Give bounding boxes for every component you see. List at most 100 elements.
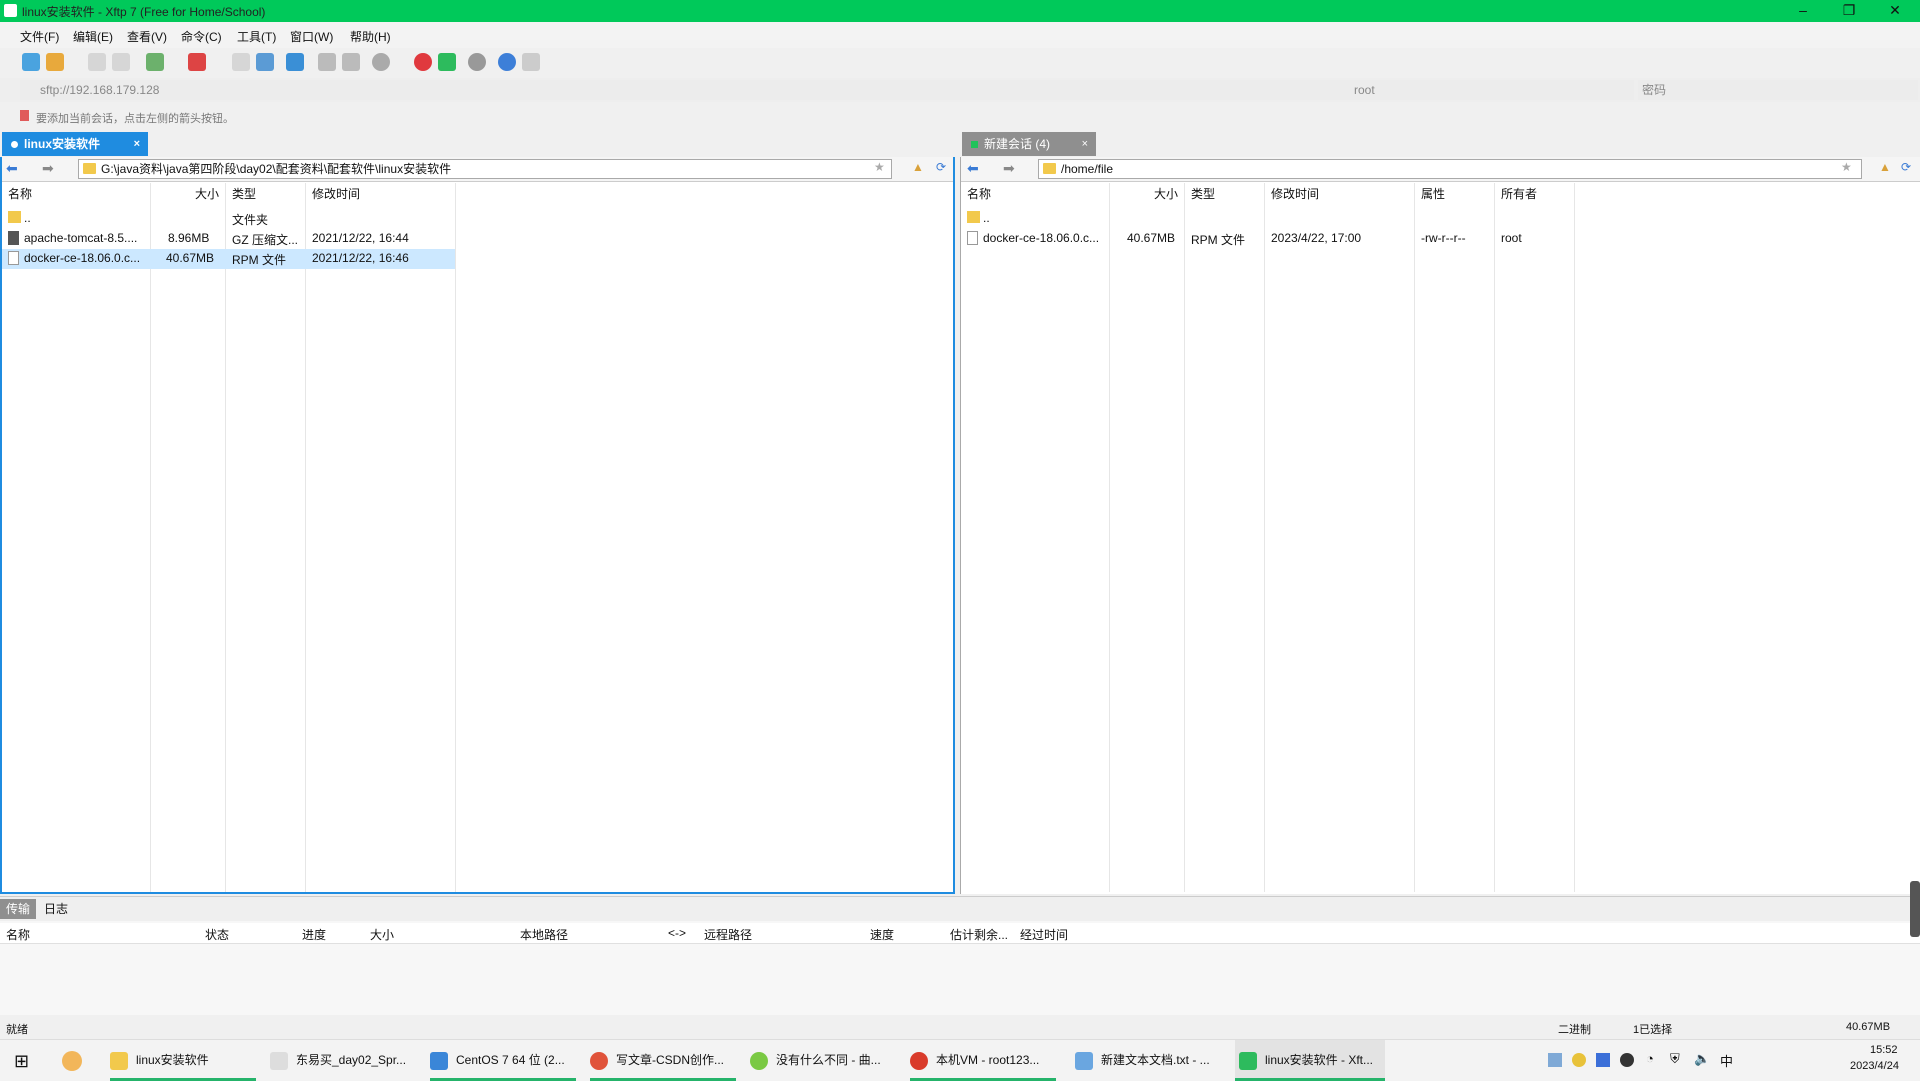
col-name[interactable]: 名称 (8, 185, 32, 202)
col-elapsed[interactable]: 经过时间 (1020, 926, 1068, 943)
taskbar-item[interactable]: linux安装软件 (110, 1040, 256, 1081)
upload-icon[interactable] (232, 53, 250, 71)
xftp-icon[interactable] (438, 53, 456, 71)
security-icon[interactable]: ⛨ (1670, 1051, 1680, 1067)
back-arrow-icon[interactable]: ⬅ (6, 160, 18, 177)
archive-icon (8, 231, 19, 245)
minimize-button[interactable]: – (1780, 0, 1826, 22)
taskbar-item[interactable]: 新建文本文档.txt - ... (1075, 1040, 1221, 1081)
menu-edit[interactable]: 编辑(E) (73, 28, 113, 45)
table-row-selected[interactable]: docker-ce-18.06.0.c... 40.67MB RPM 文件 20… (2, 249, 455, 269)
bookmark-icon[interactable]: ★ (874, 160, 885, 174)
taskbar-item[interactable]: 没有什么不同 - 曲... (750, 1040, 896, 1081)
connect-icon[interactable] (88, 53, 106, 71)
col-type[interactable]: 类型 (1191, 185, 1215, 202)
folder-up-icon[interactable]: ▲ (1879, 160, 1891, 174)
new-tab-icon[interactable] (146, 53, 164, 71)
qq-icon[interactable] (1620, 1053, 1634, 1067)
menu-tools[interactable]: 工具(T) (237, 28, 276, 45)
col-status[interactable]: 状态 (205, 926, 229, 943)
clock-date[interactable]: 2023/4/24 (1850, 1060, 1899, 1072)
help-icon[interactable] (498, 53, 516, 71)
folder-up-icon[interactable]: ▲ (912, 160, 924, 174)
forward-arrow-icon[interactable]: ➡ (1003, 160, 1015, 177)
col-mtime[interactable]: 修改时间 (312, 185, 360, 202)
col-size[interactable]: 大小 (1154, 185, 1178, 202)
column-divider (1574, 183, 1575, 892)
refresh-icon[interactable]: ⟳ (936, 160, 946, 174)
tab-log[interactable]: 日志 (44, 899, 68, 919)
menu-window[interactable]: 窗口(W) (290, 28, 333, 45)
new-session-icon[interactable] (22, 53, 40, 71)
xshell-icon[interactable] (414, 53, 432, 71)
tab-transfer[interactable]: 传输 (0, 899, 37, 919)
col-attr[interactable]: 属性 (1421, 185, 1445, 202)
copy-icon[interactable] (318, 53, 336, 71)
remote-path-input[interactable]: /home/file (1038, 159, 1862, 179)
open-folder-icon[interactable] (46, 53, 64, 71)
menu-view[interactable]: 查看(V) (127, 28, 167, 45)
taskbar-item[interactable]: 东易买_day02_Spr... (270, 1040, 416, 1081)
tab-new-session[interactable]: 新建会话 (4) × (962, 132, 1096, 156)
status-bar: 就绪 二进制 1已选择 40.67MB (0, 1015, 1920, 1039)
table-row[interactable]: .. (961, 209, 1574, 229)
menu-command[interactable]: 命令(C) (181, 28, 222, 45)
table-row[interactable]: docker-ce-18.06.0.c... 40.67MB RPM 文件 20… (961, 229, 1574, 249)
col-local-path[interactable]: 本地路径 (520, 926, 568, 943)
tab-linux-install[interactable]: linux安装软件 × (2, 132, 148, 156)
col-owner[interactable]: 所有者 (1501, 185, 1537, 202)
table-row[interactable]: apache-tomcat-8.5.... 8.96MB GZ 压缩文... 2… (2, 229, 455, 249)
scroll-handle[interactable] (1910, 881, 1920, 937)
cortana-icon[interactable] (62, 1051, 82, 1071)
close-icon[interactable]: × (134, 132, 140, 156)
disconnect-icon[interactable] (112, 53, 130, 71)
taskbar-item[interactable]: CentOS 7 64 位 (2... (430, 1040, 576, 1081)
chat-icon[interactable] (522, 53, 540, 71)
window-title: linux安装软件 - Xftp 7 (Free for Home/School… (22, 5, 266, 19)
password-input[interactable]: 密码 (1638, 80, 1918, 100)
col-progress[interactable]: 进度 (302, 926, 326, 943)
close-icon[interactable]: × (1082, 132, 1088, 156)
col-size[interactable]: 大小 (370, 926, 394, 943)
windows-start-icon[interactable]: ⊞ (14, 1051, 29, 1072)
table-row[interactable]: .. 文件夹 (2, 209, 455, 229)
tray-network-icon[interactable] (1548, 1053, 1562, 1067)
taskbar-item-active[interactable]: linux安装软件 - Xft... (1235, 1040, 1385, 1081)
col-direction[interactable]: <-> (668, 926, 686, 940)
col-remote-path[interactable]: 远程路径 (704, 926, 752, 943)
username-input[interactable]: root (1350, 80, 1634, 100)
close-window-button[interactable]: ✕ (1872, 0, 1918, 22)
col-eta[interactable]: 估计剩余... (950, 926, 1008, 943)
wifi-icon[interactable]: ◔ (1646, 1051, 1654, 1066)
forward-arrow-icon[interactable]: ➡ (42, 160, 54, 177)
tray-app-icon[interactable] (1572, 1053, 1586, 1067)
folder-icon (8, 211, 21, 223)
col-mtime[interactable]: 修改时间 (1271, 185, 1319, 202)
col-speed[interactable]: 速度 (870, 926, 894, 943)
taskbar-item[interactable]: 本机VM - root123... (910, 1040, 1056, 1081)
menu-file[interactable]: 文件(F) (20, 28, 59, 45)
taskbar-item[interactable]: 写文章-CSDN创作... (590, 1040, 736, 1081)
col-type[interactable]: 类型 (232, 185, 256, 202)
sync-icon[interactable] (286, 53, 304, 71)
download-icon[interactable] (256, 53, 274, 71)
stop-icon[interactable] (372, 53, 390, 71)
gear-icon[interactable] (468, 53, 486, 71)
paste-icon[interactable] (342, 53, 360, 71)
menu-help[interactable]: 帮助(H) (350, 28, 391, 45)
ime-icon[interactable]: 中 (1720, 1051, 1733, 1070)
shield-icon[interactable] (1596, 1053, 1610, 1067)
refresh-icon[interactable]: ⟳ (1901, 160, 1911, 174)
media-icon[interactable] (188, 53, 206, 71)
restore-button[interactable]: ❐ (1826, 0, 1872, 22)
host-address-input[interactable]: sftp://192.168.179.128 (20, 80, 1362, 100)
clock-time[interactable]: 15:52 (1870, 1044, 1898, 1056)
col-size[interactable]: 大小 (195, 185, 219, 202)
back-arrow-icon[interactable]: ⬅ (967, 160, 979, 177)
col-name[interactable]: 名称 (967, 185, 991, 202)
local-path-input[interactable]: G:\java资料\java第四阶段\day02\配套资料\配套软件\linux… (78, 159, 892, 179)
volume-icon[interactable]: 🔈 (1694, 1051, 1710, 1067)
bookmark-icon[interactable]: ★ (1841, 160, 1852, 174)
col-name[interactable]: 名称 (6, 926, 30, 943)
folder-icon (967, 211, 980, 223)
